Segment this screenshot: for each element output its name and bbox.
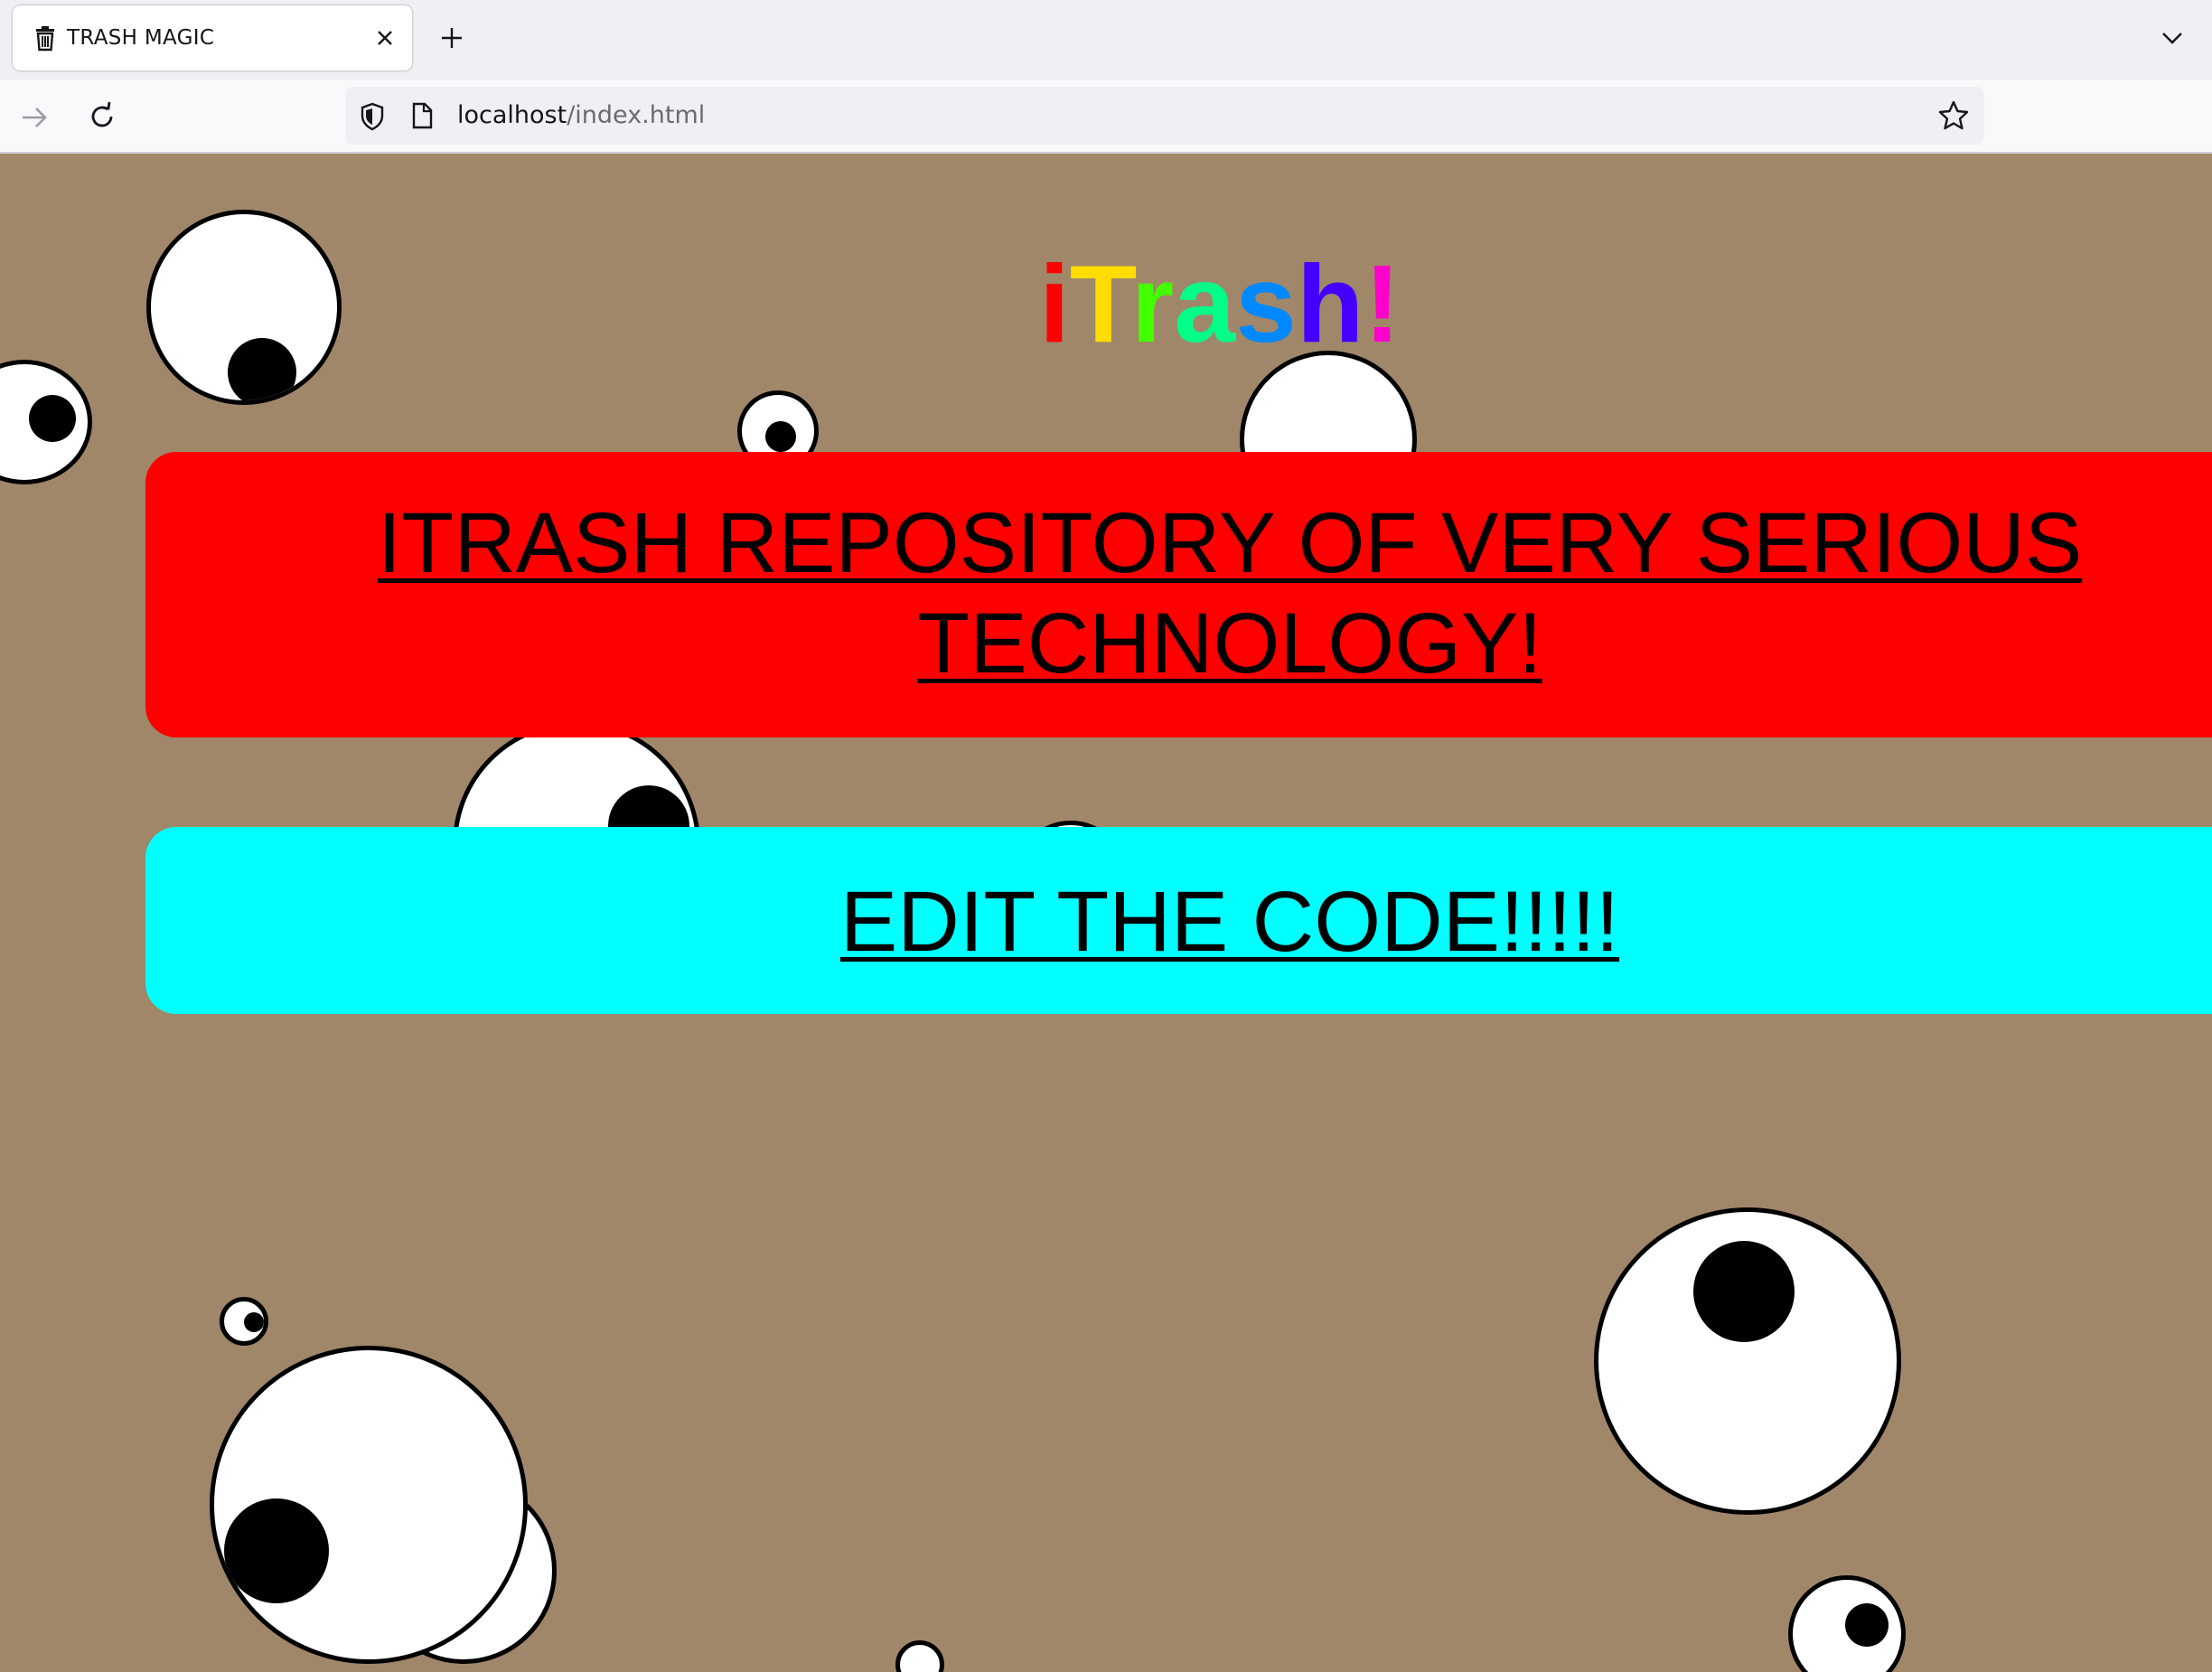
url-bar[interactable]: localhost/index.html <box>345 87 1984 145</box>
tab-title: TRASH MAGIC <box>67 26 215 50</box>
url-path: /index.html <box>567 101 706 129</box>
reload-icon[interactable] <box>85 99 119 134</box>
googly-eye-pupil <box>765 421 796 452</box>
url-text[interactable]: localhost/index.html <box>457 101 705 130</box>
googly-eye-pupil <box>244 1312 264 1332</box>
arrow-right-icon[interactable] <box>18 101 51 134</box>
page-icon[interactable] <box>408 101 436 130</box>
googly-eye-pupil <box>29 395 76 442</box>
underlined-text: EDIT THE CODE!!!!! <box>839 874 1620 970</box>
plus-icon[interactable] <box>437 23 466 52</box>
repository-link-text-2: TECHNOLOGY! <box>145 594 2212 693</box>
navigation-bar: localhost/index.html <box>0 80 2212 154</box>
edit-code-banner: EDIT THE CODE!!!!! <box>145 827 2212 1014</box>
chevron-down-icon[interactable] <box>2158 23 2187 52</box>
tab-strip: TRASH MAGIC <box>0 0 2212 80</box>
star-icon[interactable] <box>1937 99 1970 132</box>
googly-eye <box>210 1346 528 1664</box>
edit-code-link[interactable]: EDIT THE CODE!!!!! <box>145 872 2212 972</box>
edit-code-link-text: EDIT THE CODE!!!!! <box>145 872 2212 972</box>
repository-banner: ITRASH REPOSITORY OF VERY SERIOUS TECHNO… <box>145 452 2212 737</box>
googly-eye <box>895 1640 944 1672</box>
googly-eye-pupil <box>224 1498 329 1603</box>
underlined-text: ITRASH REPOSITORY OF VERY SERIOUS <box>377 495 2083 591</box>
repository-link-text-1: ITRASH REPOSITORY OF VERY SERIOUS <box>145 493 2212 593</box>
repository-link-line-2: TECHNOLOGY! <box>145 594 2212 693</box>
tab-trash-magic[interactable]: TRASH MAGIC <box>13 5 412 70</box>
googly-eye <box>0 360 92 484</box>
title-letter: i <box>1039 242 1070 365</box>
googly-eye-pupil <box>1845 1603 1889 1647</box>
repository-link[interactable]: ITRASH REPOSITORY OF VERY SERIOUS TECHNO… <box>145 452 2212 737</box>
underlined-text: TECHNOLOGY! <box>917 596 1542 691</box>
googly-eye <box>220 1297 268 1346</box>
title-letter: h <box>1296 242 1364 365</box>
close-icon[interactable] <box>370 23 399 52</box>
title-letter: ! <box>1364 242 1401 365</box>
trash-can-icon <box>36 26 54 52</box>
googly-eye-pupil <box>1693 1241 1795 1342</box>
googly-eye <box>146 210 342 405</box>
googly-eye-pupil <box>228 338 296 400</box>
browser-window: TRASH MAGIC localhost/index.html iTrash!… <box>0 0 2212 1672</box>
url-host: localhost <box>457 101 567 129</box>
title-letter: T <box>1069 242 1131 365</box>
title-letter: a <box>1174 242 1236 365</box>
page-content: iTrash! ITRASH REPOSITORY OF VERY SERIOU… <box>0 154 2212 1672</box>
googly-eye <box>1594 1207 1901 1515</box>
page-title: iTrash! <box>1039 240 1401 367</box>
title-letter: s <box>1235 242 1297 365</box>
googly-eye <box>1788 1575 1906 1672</box>
title-letter: r <box>1130 242 1175 365</box>
repository-link-line-1: ITRASH REPOSITORY OF VERY SERIOUS <box>145 493 2212 593</box>
shield-icon[interactable] <box>358 101 387 132</box>
